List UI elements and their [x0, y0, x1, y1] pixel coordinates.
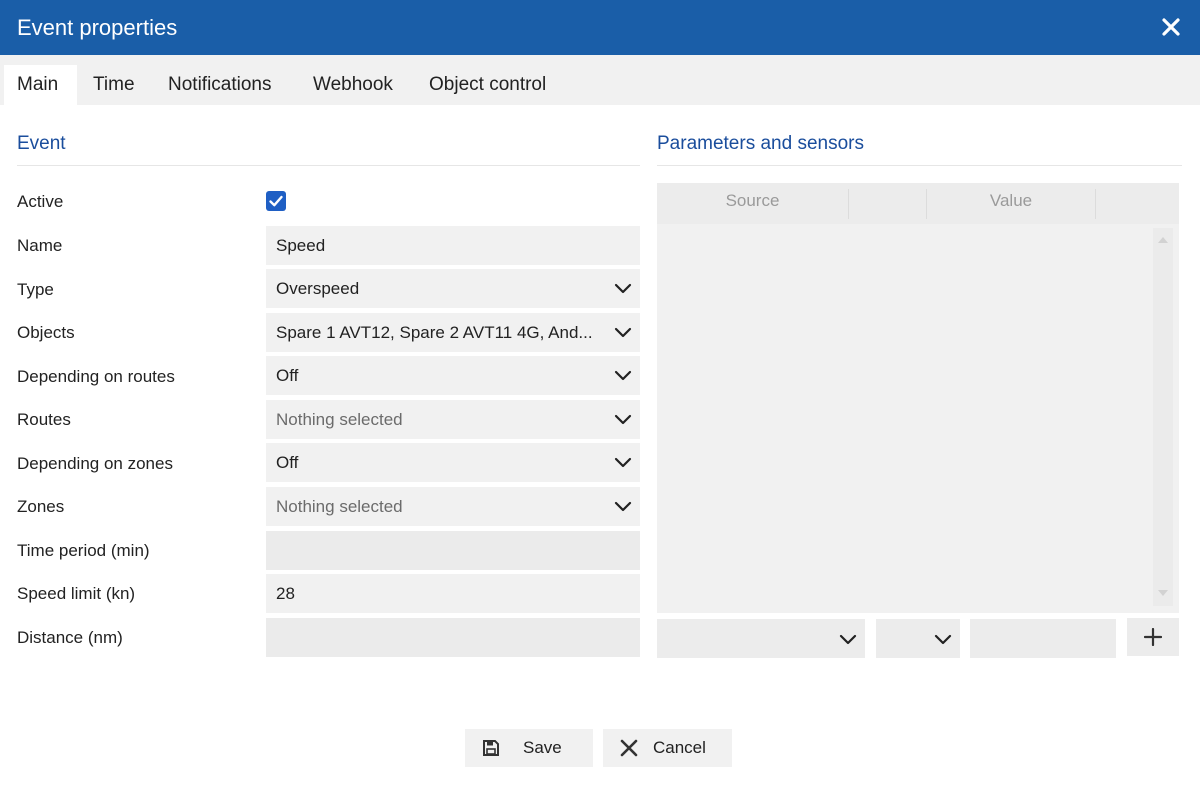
- column-header-value[interactable]: Value: [927, 183, 1095, 224]
- objects-value: Spare 1 AVT12, Spare 2 AVT11 4G, And...: [276, 323, 593, 342]
- type-label: Type: [17, 280, 54, 299]
- speed-limit-input[interactable]: 28: [266, 574, 640, 613]
- time-period-label: Time period (min): [17, 541, 150, 560]
- tab-time[interactable]: Time: [93, 65, 135, 105]
- params-section-divider: [657, 165, 1182, 166]
- name-input[interactable]: Speed: [266, 226, 640, 265]
- tab-bar: Main Time Notifications Webhook Object c…: [0, 55, 1200, 105]
- type-select[interactable]: Overspeed: [266, 269, 640, 308]
- chevron-down-icon: [614, 327, 632, 338]
- routes-label: Routes: [17, 410, 71, 429]
- save-button-label: Save: [523, 738, 562, 757]
- depending-on-routes-value: Off: [276, 366, 299, 385]
- checkmark-icon: [269, 195, 283, 207]
- routes-select[interactable]: Nothing selected: [266, 400, 640, 439]
- depending-on-zones-label: Depending on zones: [17, 454, 173, 473]
- column-header-condition[interactable]: [849, 183, 926, 224]
- active-checkbox[interactable]: [266, 191, 286, 211]
- condition-select[interactable]: [876, 619, 960, 658]
- chevron-down-icon: [934, 634, 952, 645]
- dialog-titlebar: Event properties: [0, 0, 1200, 55]
- name-label: Name: [17, 236, 63, 255]
- value-input[interactable]: [970, 619, 1116, 658]
- params-grid-scrollbar[interactable]: [1153, 228, 1173, 606]
- params-section-title: Parameters and sensors: [657, 133, 864, 154]
- close-icon[interactable]: [1156, 12, 1186, 42]
- x-icon: [620, 739, 638, 757]
- type-value: Overspeed: [276, 279, 360, 298]
- params-grid-header: Source Value: [657, 183, 1179, 224]
- depending-on-zones-value: Off: [276, 453, 299, 472]
- cancel-button[interactable]: Cancel: [603, 729, 732, 767]
- plus-icon: [1144, 628, 1162, 646]
- chevron-down-icon: [614, 370, 632, 381]
- chevron-down-icon: [614, 457, 632, 468]
- name-value: Speed: [276, 236, 326, 255]
- tab-notifications[interactable]: Notifications: [168, 65, 272, 105]
- chevron-down-icon: [839, 634, 857, 645]
- floppy-disk-icon: [483, 740, 499, 756]
- save-button[interactable]: Save: [465, 729, 593, 767]
- add-parameter-button[interactable]: [1127, 618, 1179, 656]
- depending-on-routes-label: Depending on routes: [17, 367, 175, 386]
- objects-label: Objects: [17, 323, 75, 342]
- cancel-button-label: Cancel: [653, 738, 706, 757]
- source-select[interactable]: [657, 619, 865, 658]
- chevron-down-icon: [614, 414, 632, 425]
- zones-label: Zones: [17, 497, 65, 516]
- objects-select[interactable]: Spare 1 AVT12, Spare 2 AVT11 4G, And...: [266, 313, 640, 352]
- dialog-title: Event properties: [17, 15, 178, 40]
- tab-object-control[interactable]: Object control: [429, 65, 546, 105]
- distance-label: Distance (nm): [17, 628, 123, 647]
- depending-on-zones-select[interactable]: Off: [266, 443, 640, 482]
- zones-value: Nothing selected: [276, 497, 403, 516]
- speed-limit-label: Speed limit (kn): [17, 584, 136, 603]
- scroll-down-arrow-icon[interactable]: [1158, 590, 1168, 596]
- column-header-source[interactable]: Source: [657, 183, 848, 224]
- event-section-title: Event: [17, 133, 66, 154]
- active-label: Active: [17, 192, 64, 211]
- tab-webhook[interactable]: Webhook: [313, 65, 393, 105]
- scroll-up-arrow-icon[interactable]: [1158, 237, 1168, 243]
- tab-main[interactable]: Main: [4, 65, 77, 105]
- params-grid: Source Value: [657, 183, 1179, 613]
- speed-limit-value: 28: [276, 584, 295, 603]
- chevron-down-icon: [614, 283, 632, 294]
- chevron-down-icon: [614, 501, 632, 512]
- time-period-input[interactable]: [266, 531, 640, 570]
- distance-input[interactable]: [266, 618, 640, 657]
- event-section-divider: [17, 165, 640, 166]
- column-header-actions: [1096, 183, 1179, 224]
- routes-value: Nothing selected: [276, 410, 403, 429]
- zones-select[interactable]: Nothing selected: [266, 487, 640, 526]
- depending-on-routes-select[interactable]: Off: [266, 356, 640, 395]
